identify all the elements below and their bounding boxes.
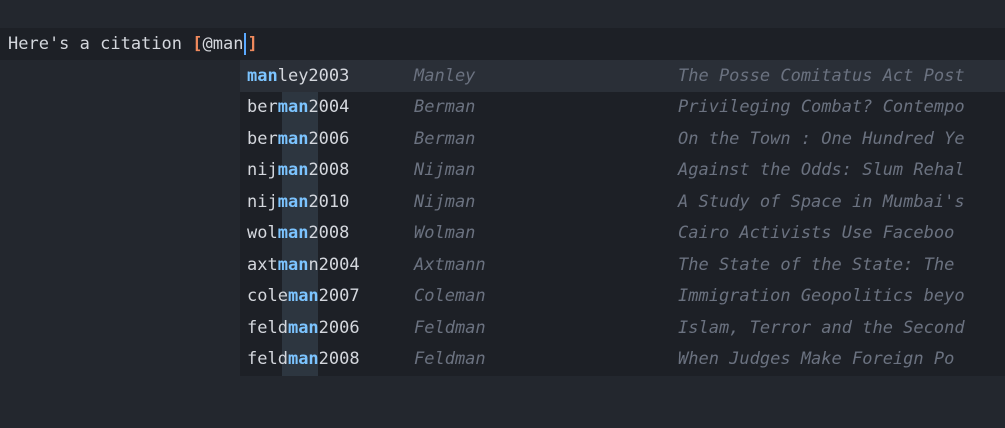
key-prefix: ber [247, 97, 278, 118]
citation-author: Feldman [414, 349, 486, 370]
key-prefix: nij [247, 191, 278, 212]
key-prefix: ber [247, 128, 278, 149]
citation-key: axtmann2004 [247, 255, 360, 275]
key-prefix: axt [247, 254, 278, 275]
citation-key: wolman2008 [247, 223, 349, 243]
citation-title: On the Town : One Hundred Ye [678, 128, 965, 149]
completion-item[interactable]: coleman2007 Coleman Immigration Geopolitic… [240, 281, 1005, 313]
key-match: man [277, 223, 309, 244]
completion-item[interactable]: nijman2008 Nijman Against the Odds: Slum R… [240, 155, 1005, 187]
text-cursor [244, 33, 247, 55]
citation-title: Immigration Geopolitics beyo [678, 286, 965, 307]
editor[interactable]: Here's a citation [@man] manley2003 Manle… [0, 0, 1005, 428]
key-prefix: feld [247, 349, 288, 370]
key-match: man [287, 349, 319, 370]
completion-item[interactable]: feldman2006 Feldman Islam, Terror and the … [240, 312, 1005, 344]
key-suffix: 2010 [308, 191, 350, 212]
key-suffix: 2008 [308, 223, 350, 244]
citation-author: Nijman [414, 191, 476, 212]
citation-title: Islam, Terror and the Second [678, 317, 965, 338]
citation-key: nijman2010 [247, 192, 349, 212]
line-text: Here's a citation [8, 34, 193, 54]
completion-item[interactable]: manley2003 Manley The Posse Comitatus Act … [240, 60, 1005, 92]
citation-key: berman2006 [247, 129, 349, 149]
key-suffix: 2008 [318, 349, 360, 370]
key-match: man [277, 191, 309, 212]
citation-author: Coleman [414, 286, 486, 307]
citation-title: Privileging Combat? Contempo [678, 97, 965, 118]
completion-item[interactable]: berman2004 Berman Privileging Combat? Cont… [240, 92, 1005, 124]
key-suffix: ley2003 [277, 65, 350, 86]
key-match: man [247, 65, 278, 86]
citation-key: berman2004 [247, 97, 349, 117]
key-suffix: 2007 [318, 286, 360, 307]
completion-item[interactable]: feldman2008 Feldman When Judges Make Forei… [240, 344, 1005, 376]
citation-title: When Judges Make Foreign Po [678, 349, 955, 370]
key-suffix: 2006 [308, 128, 350, 149]
key-suffix: n2004 [308, 254, 360, 275]
completion-item[interactable]: nijman2010 Nijman A Study of Space in Mumb… [240, 186, 1005, 218]
citation-title: Against the Odds: Slum Rehal [678, 160, 965, 181]
key-prefix: cole [247, 286, 288, 307]
citation-author: Nijman [414, 160, 476, 181]
citation-author: Feldman [414, 317, 486, 338]
key-prefix: feld [247, 317, 288, 338]
citation-author: Berman [414, 97, 476, 118]
citation-author: Axtmann [414, 254, 486, 275]
close-bracket: ] [247, 34, 258, 54]
completion-item[interactable]: wolman2008 Wolman Cairo Activists Use Face… [240, 218, 1005, 250]
key-suffix: 2004 [308, 97, 350, 118]
citation-title: The Posse Comitatus Act Post [678, 65, 965, 86]
key-match: man [277, 254, 309, 275]
open-bracket: [ [192, 34, 203, 54]
citation-title: Cairo Activists Use Faceboo [678, 223, 955, 244]
completion-item[interactable]: berman2006 Berman On the Town : One Hundre… [240, 123, 1005, 155]
citation-key: nijman2008 [247, 160, 349, 180]
citation-title: A Study of Space in Mumbai's [678, 191, 965, 212]
citation-key: feldman2006 [247, 318, 360, 338]
key-match: man [287, 317, 319, 338]
key-match: man [277, 97, 309, 118]
key-prefix: nij [247, 160, 278, 181]
key-match: man [277, 128, 309, 149]
key-match: man [287, 286, 319, 307]
key-suffix: 2006 [318, 317, 360, 338]
citation-key: coleman2007 [247, 286, 360, 306]
citation-author: Wolman [414, 223, 476, 244]
citation-key: feldman2008 [247, 349, 360, 369]
completion-popup: manley2003 Manley The Posse Comitatus Act … [240, 60, 1005, 376]
current-line[interactable]: Here's a citation [@man] [0, 28, 1005, 60]
citation-author: Berman [414, 128, 476, 149]
typed-citation: @man [202, 34, 244, 54]
citation-title: The State of the State: The [678, 254, 955, 275]
completion-item[interactable]: axtmann2004 Axtmann The State of the State… [240, 249, 1005, 281]
key-suffix: 2008 [308, 160, 350, 181]
citation-author: Manley [414, 65, 476, 86]
key-match: man [277, 160, 309, 181]
citation-key: manley2003 [247, 66, 349, 86]
key-prefix: wol [247, 223, 278, 244]
